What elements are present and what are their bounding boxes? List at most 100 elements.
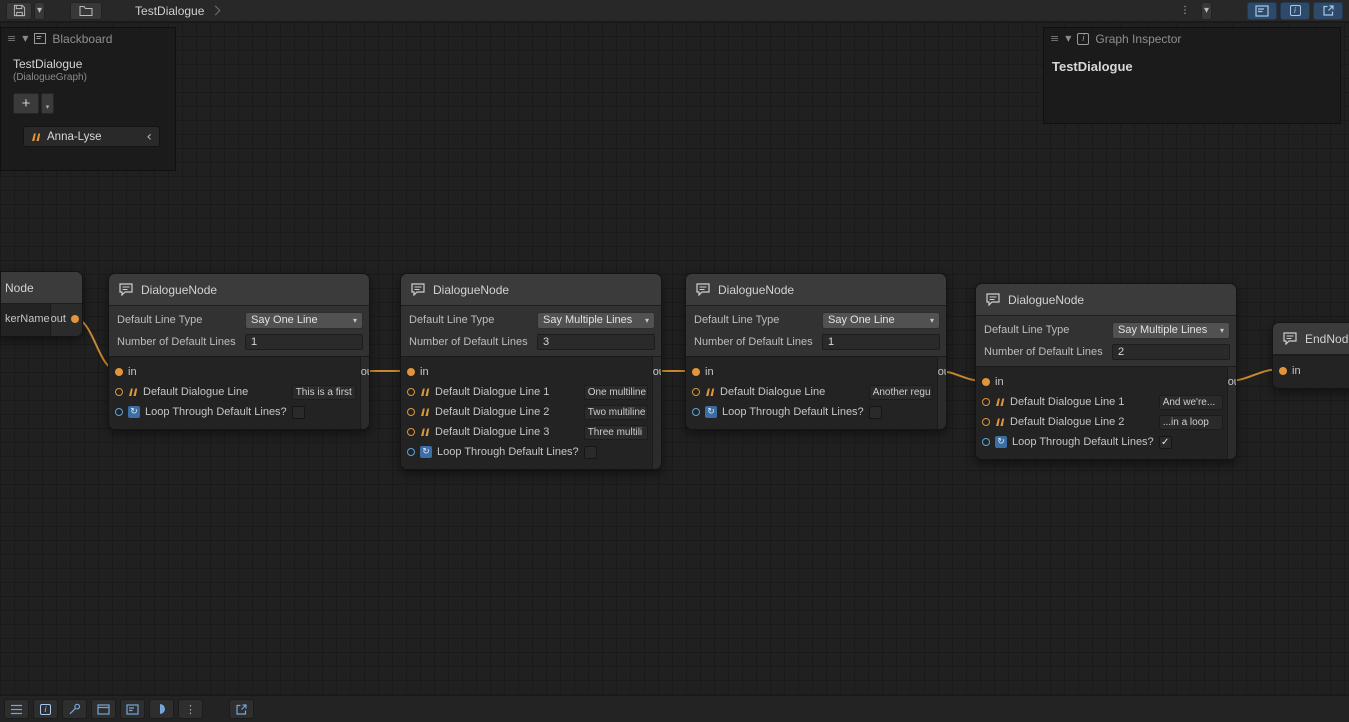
- folder-icon: [79, 5, 93, 16]
- inspector-header[interactable]: ≡ ▼ i Graph Inspector: [1044, 28, 1340, 49]
- console-button[interactable]: [149, 699, 174, 719]
- blackboard-panel-button[interactable]: [120, 699, 145, 719]
- node-title[interactable]: DialogueNode: [686, 274, 946, 306]
- drag-handle-icon[interactable]: ≡: [7, 32, 16, 45]
- toolbar-dropdown-button[interactable]: ▾: [1201, 2, 1212, 20]
- num-lines-field[interactable]: 3: [537, 334, 655, 350]
- speaker-node[interactable]: Node kerName out: [0, 271, 83, 337]
- loop-port[interactable]: [982, 438, 990, 446]
- toolbar-more-button[interactable]: ⋮: [1174, 2, 1196, 20]
- loop-checkbox[interactable]: [869, 406, 882, 419]
- line-type-label: Default Line Type: [409, 314, 537, 326]
- dialogue-node-4[interactable]: DialogueNode Default Line Type Say Multi…: [975, 283, 1237, 460]
- dialogue-line-port[interactable]: [982, 418, 990, 426]
- in-port[interactable]: [115, 368, 123, 376]
- top-toolbar: ▾ TestDialogue ⋮ ▾ i: [0, 0, 1349, 22]
- graph-breadcrumb-tab[interactable]: TestDialogue: [125, 0, 229, 22]
- quote-icon: [995, 398, 1005, 406]
- dialogue-line-field[interactable]: Three multili: [584, 425, 648, 440]
- end-node-icon: [1283, 332, 1297, 345]
- loop-port[interactable]: [115, 408, 123, 416]
- dialogue-line-port[interactable]: [407, 388, 415, 396]
- add-field-dropdown-button[interactable]: ▾: [41, 93, 54, 114]
- collapse-field-icon[interactable]: ‹: [146, 130, 152, 144]
- open-asset-button[interactable]: [70, 2, 102, 20]
- inspector-panel-button[interactable]: i: [33, 699, 58, 719]
- blackboard-toggle-icon: [1255, 5, 1269, 17]
- node-title[interactable]: EndNode: [1273, 323, 1349, 355]
- in-port[interactable]: [407, 368, 415, 376]
- speaker-port-label: kerName: [5, 313, 50, 325]
- dialogue-line-port[interactable]: [115, 388, 123, 396]
- dialogue-line-label: Default Dialogue Line 1: [1010, 396, 1124, 408]
- loop-label: Loop Through Default Lines?: [722, 406, 864, 418]
- inspector-toggle-button[interactable]: i: [1280, 2, 1310, 20]
- dialogue-line-port[interactable]: [407, 428, 415, 436]
- add-field-button[interactable]: +: [13, 93, 39, 114]
- loop-port[interactable]: [692, 408, 700, 416]
- line-type-dropdown[interactable]: Say Multiple Lines ▾: [537, 312, 655, 329]
- in-port-label: in: [705, 366, 714, 378]
- num-lines-label: Number of Default Lines: [409, 336, 537, 348]
- line-type-value: Say Multiple Lines: [1118, 324, 1207, 336]
- node-title[interactable]: DialogueNode: [976, 284, 1236, 316]
- dialogue-line-field[interactable]: One multiline: [584, 385, 648, 400]
- inspector-icon: i: [1077, 33, 1089, 45]
- dialogue-node-2[interactable]: DialogueNode Default Line Type Say Multi…: [400, 273, 662, 470]
- preview-toggle-button[interactable]: [1313, 2, 1343, 20]
- dialogue-line-port[interactable]: [982, 398, 990, 406]
- graph-inspector-panel[interactable]: ≡ ▼ i Graph Inspector TestDialogue: [1043, 27, 1341, 124]
- node-title-label: DialogueNode: [718, 283, 794, 297]
- bottom-more-button[interactable]: ⋮: [178, 699, 203, 719]
- dialogue-line-port[interactable]: [407, 408, 415, 416]
- line-type-dropdown[interactable]: Say Multiple Lines ▾: [1112, 322, 1230, 339]
- node-title[interactable]: Node: [1, 272, 82, 304]
- node-title[interactable]: DialogueNode: [401, 274, 661, 306]
- loop-port[interactable]: [407, 448, 415, 456]
- inspector-toggle-icon: i: [1290, 5, 1301, 16]
- blackboard-field[interactable]: Anna-Lyse ‹: [23, 126, 160, 147]
- dialogue-line-field[interactable]: And we're...: [1159, 395, 1223, 410]
- panel-title: Blackboard: [52, 32, 112, 46]
- loop-checkbox[interactable]: ✓: [1159, 436, 1172, 449]
- tools-button[interactable]: [62, 699, 87, 719]
- dialogue-line-field[interactable]: Two multiline: [584, 405, 648, 420]
- end-node[interactable]: EndNode in: [1272, 322, 1349, 389]
- num-lines-field[interactable]: 1: [245, 334, 363, 350]
- window-button[interactable]: [91, 699, 116, 719]
- collapse-arrow-icon[interactable]: ▼: [22, 34, 28, 43]
- loop-checkbox[interactable]: [584, 446, 597, 459]
- blackboard-header[interactable]: ≡ ▼ Blackboard: [1, 28, 175, 49]
- num-lines-field[interactable]: 2: [1112, 344, 1230, 360]
- graph-tab-label: TestDialogue: [135, 4, 204, 18]
- save-button[interactable]: [6, 2, 32, 20]
- blackboard-toggle-button[interactable]: [1247, 2, 1277, 20]
- drag-handle-icon[interactable]: ≡: [1050, 32, 1059, 45]
- dialogue-line-field[interactable]: Another regu: [869, 385, 933, 400]
- dialogue-line-field[interactable]: This is a first: [292, 385, 356, 400]
- loop-label: Loop Through Default Lines?: [1012, 436, 1154, 448]
- in-port[interactable]: [982, 378, 990, 386]
- out-port[interactable]: [71, 315, 79, 323]
- line-type-dropdown[interactable]: Say One Line ▾: [245, 312, 363, 329]
- dialogue-line-port[interactable]: [692, 388, 700, 396]
- open-external-button[interactable]: [229, 699, 254, 719]
- dialogue-line-value: Another regu: [873, 387, 931, 398]
- node-title[interactable]: DialogueNode: [109, 274, 369, 306]
- blackboard-panel[interactable]: ≡ ▼ Blackboard TestDialogue (DialogueGra…: [0, 27, 176, 171]
- save-dropdown-button[interactable]: ▾: [34, 2, 45, 20]
- dialogue-line-field[interactable]: ...in a loop: [1159, 415, 1223, 430]
- list-icon: [10, 704, 23, 715]
- in-port-label: in: [420, 366, 429, 378]
- dialogue-node-3[interactable]: DialogueNode Default Line Type Say One L…: [685, 273, 947, 430]
- num-lines-field[interactable]: 1: [822, 334, 940, 350]
- line-type-dropdown[interactable]: Say One Line ▾: [822, 312, 940, 329]
- num-lines-label: Number of Default Lines: [117, 336, 245, 348]
- dialogue-node-1[interactable]: DialogueNode Default Line Type Say One L…: [108, 273, 370, 430]
- loop-checkbox[interactable]: [292, 406, 305, 419]
- in-port[interactable]: [1279, 367, 1287, 375]
- quote-icon: [128, 388, 138, 396]
- collapse-arrow-icon[interactable]: ▼: [1065, 34, 1071, 43]
- hierarchy-button[interactable]: [4, 699, 29, 719]
- in-port[interactable]: [692, 368, 700, 376]
